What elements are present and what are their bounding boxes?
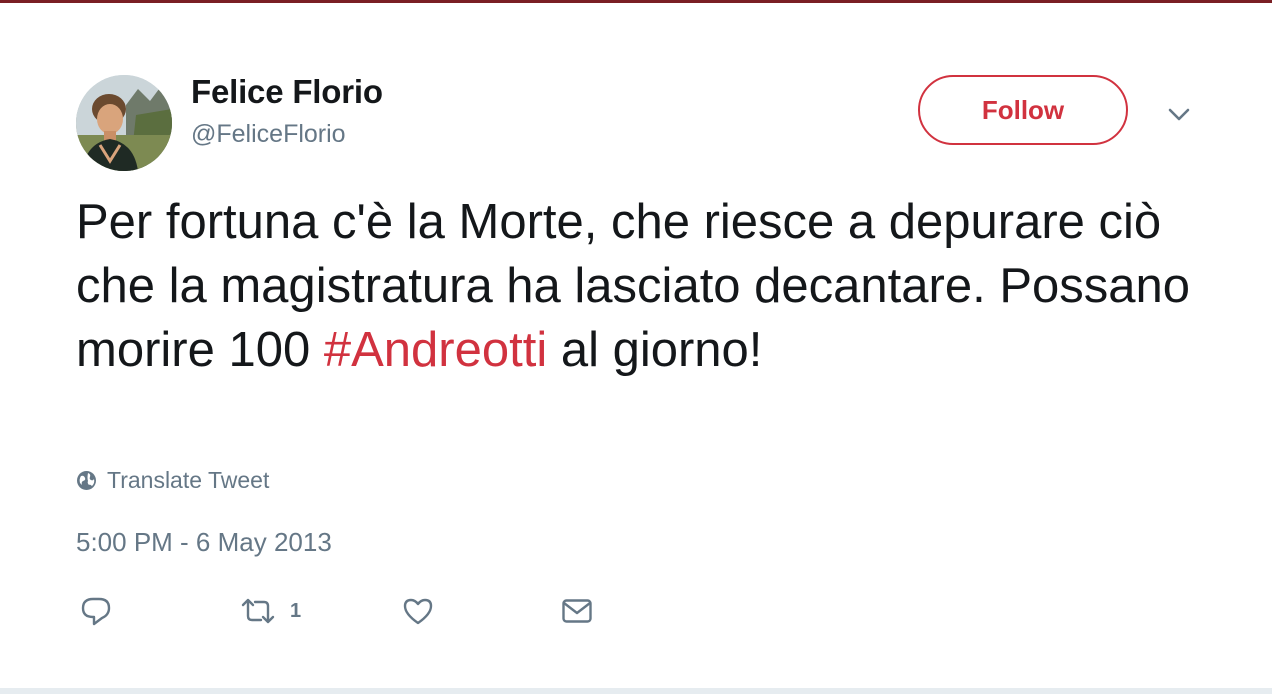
heart-icon [403,598,433,625]
translate-label: Translate Tweet [107,466,270,493]
reply-button[interactable] [80,594,112,628]
envelope-icon [562,599,592,623]
like-button[interactable] [402,594,434,628]
tweet-text-tail: al giorno! [547,323,763,377]
retweet-count: 1 [290,599,302,622]
tweet-card: Felice Florio @FeliceFlorio Follow Per f… [0,0,1272,694]
profile-photo-icon [76,75,172,171]
display-name[interactable]: Felice Florio [191,73,383,111]
tweet-text: Per fortuna c'è la Morte, che riesce a d… [76,190,1206,382]
follow-button[interactable]: Follow [918,75,1128,145]
top-border [0,0,1272,3]
avatar[interactable] [76,75,172,171]
hashtag-link[interactable]: #Andreotti [324,323,547,377]
translate-tweet-link[interactable]: Translate Tweet [76,466,269,494]
direct-message-button[interactable] [561,594,593,628]
reply-icon [81,597,111,626]
globe-icon [76,470,97,491]
retweet-button[interactable]: 1 [240,594,301,628]
tweet-timestamp[interactable]: 5:00 PM - 6 May 2013 [76,527,332,558]
chevron-down-icon[interactable] [1166,102,1192,126]
bottom-border [0,688,1272,694]
user-handle[interactable]: @FeliceFlorio [191,120,346,149]
retweet-icon [241,598,275,624]
